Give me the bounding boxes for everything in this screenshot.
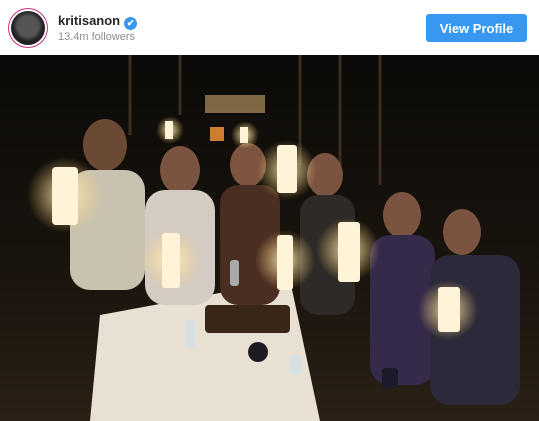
phone <box>382 368 398 388</box>
plate <box>248 342 268 362</box>
post-photo[interactable] <box>0 55 539 421</box>
food-platter <box>205 305 290 333</box>
background-lanterns <box>205 95 265 113</box>
profile-username-row[interactable]: kritisanon ✔ <box>58 13 138 30</box>
follower-count: 13.4m followers <box>58 31 136 43</box>
profile-username[interactable]: kritisanon <box>58 13 120 28</box>
view-profile-button[interactable]: View Profile <box>426 14 527 42</box>
verified-badge-icon: ✔ <box>124 17 138 30</box>
profile-avatar[interactable] <box>11 11 45 45</box>
post-header: kritisanon ✔ 13.4m followers View Profile <box>0 0 539 55</box>
